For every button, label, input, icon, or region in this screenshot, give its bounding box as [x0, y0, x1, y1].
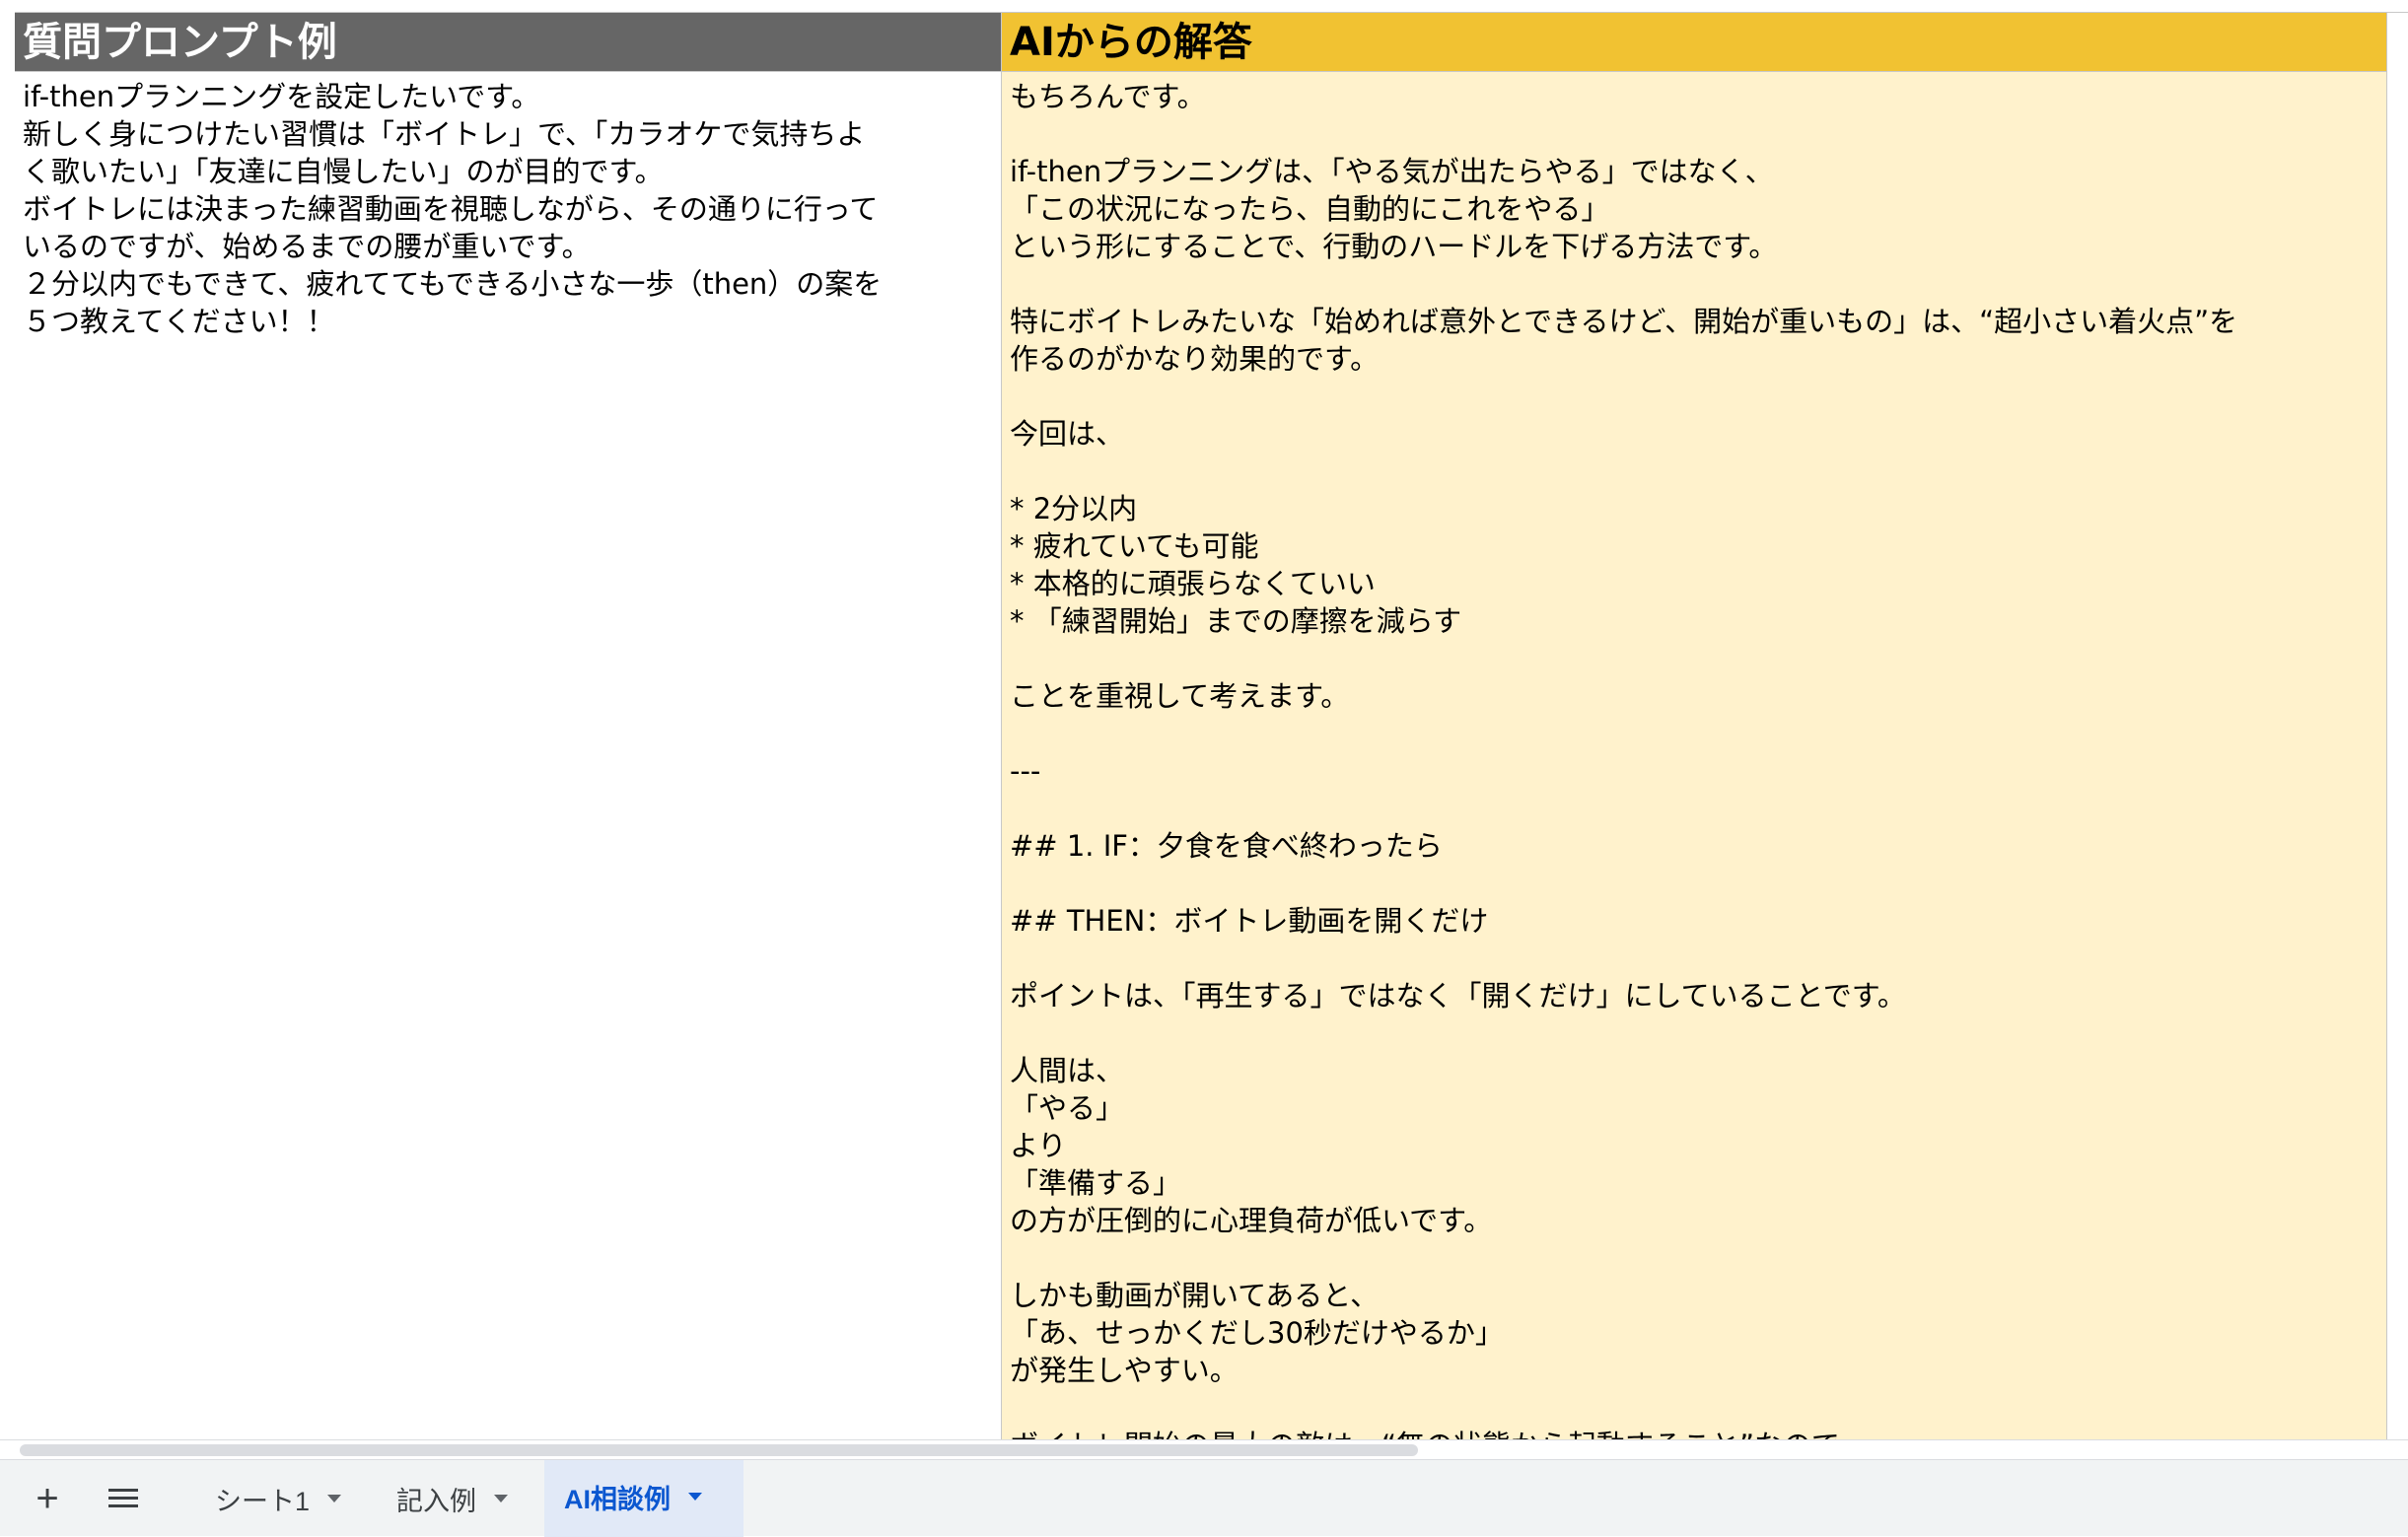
row-header-gutter [0, 12, 16, 1439]
header-cell-question[interactable]: 質問プロンプト例 [15, 13, 1001, 72]
cell-question-prompt[interactable]: if-thenプランニングを設定したいです。 新しく身につけたい習慣は「ボイトレ… [23, 78, 989, 340]
sheet-tab-bar: + シート1 記入例 AI相談例 [0, 1459, 2408, 1537]
chevron-down-icon[interactable] [327, 1495, 342, 1502]
add-sheet-button[interactable]: + [18, 1460, 77, 1537]
column-header-strip [0, 0, 2408, 13]
column-a: 質問プロンプト例 if-thenプランニングを設定したいです。 新しく身につけた… [15, 13, 1002, 1439]
tab-ai-soudan-rei[interactable]: AI相談例 [544, 1460, 744, 1537]
horizontal-scrollbar[interactable] [0, 1439, 2408, 1460]
menu-icon [108, 1489, 138, 1508]
column-c[interactable] [2387, 13, 2408, 1439]
column-b: AIからの解答 もちろんです。 if-thenプランニングは、「やる気が出たらや… [1002, 13, 2387, 1439]
scrollbar-thumb[interactable] [20, 1444, 1418, 1456]
tab-label: 記入例 [396, 1486, 476, 1516]
tab-kinyu-rei[interactable]: 記入例 [377, 1460, 534, 1537]
plus-icon: + [35, 1476, 59, 1520]
chevron-down-icon[interactable] [688, 1493, 702, 1501]
spreadsheet-grid: 質問プロンプト例 if-thenプランニングを設定したいです。 新しく身につけた… [0, 0, 2408, 1439]
cell-ai-answer[interactable]: もちろんです。 if-thenプランニングは、「やる気が出たらやる」ではなく、 … [1010, 78, 2380, 1439]
chevron-down-icon[interactable] [494, 1495, 508, 1502]
tab-label: AI相談例 [564, 1484, 671, 1514]
tab-sheet1[interactable]: シート1 [195, 1460, 363, 1537]
all-sheets-button[interactable] [94, 1460, 153, 1537]
header-cell-answer[interactable]: AIからの解答 [1002, 13, 2386, 72]
tab-label: シート1 [215, 1486, 311, 1516]
